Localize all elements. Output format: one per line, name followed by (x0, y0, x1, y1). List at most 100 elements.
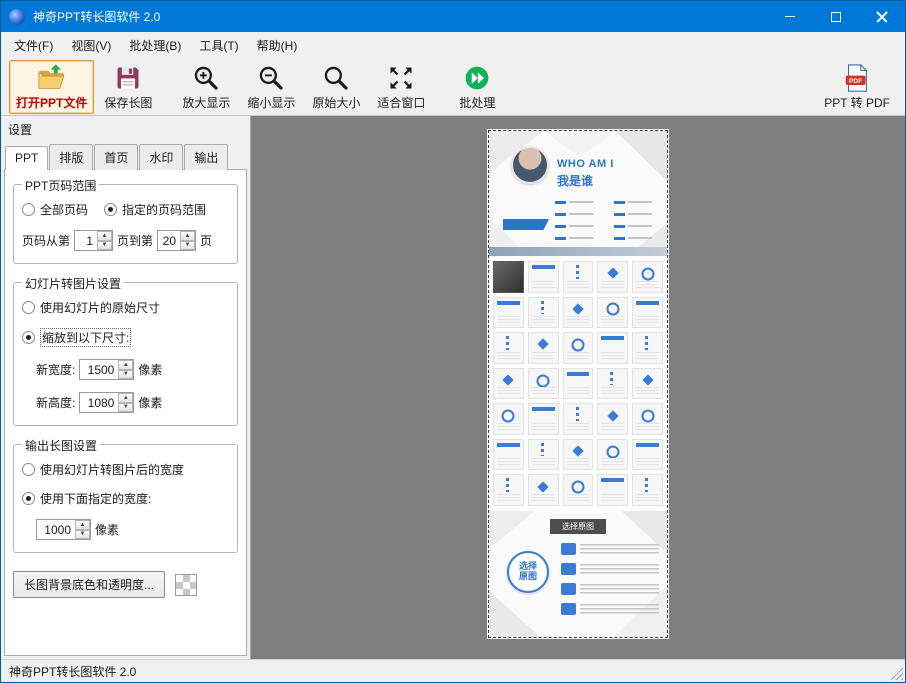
radio-use-converted-width[interactable]: 使用幻灯片转图片后的宽度 (22, 461, 184, 478)
hero-bottom-strip (489, 247, 667, 256)
radio-specified-range-label: 指定的页码范围 (122, 201, 206, 218)
menu-file[interactable]: 文件(F) (5, 33, 62, 58)
spin-up-icon[interactable]: ▲ (118, 393, 133, 403)
preview-bottom-section: 选择原图 选择原图 (489, 511, 667, 637)
page-from-label: 页码从第 (22, 232, 70, 249)
new-height-spinner[interactable]: 1080 ▲ ▼ (79, 392, 134, 413)
save-long-image-button[interactable]: 保存长图 (97, 60, 159, 114)
slide-thumbnail (528, 403, 559, 435)
item-text-lines (580, 604, 659, 616)
slide-thumbnail (597, 403, 628, 435)
group-output-image-title: 输出长图设置 (22, 437, 100, 454)
radio-use-specified-width-label: 使用下面指定的宽度: (40, 490, 151, 507)
radio-scale-to-size[interactable]: 缩放到以下尺寸: (22, 328, 131, 347)
spin-down-icon[interactable]: ▼ (180, 241, 195, 251)
spin-up-icon[interactable]: ▲ (118, 360, 133, 370)
preview-canvas[interactable]: WHO AM I 我是谁 选择原图 选择原 (251, 116, 905, 659)
pdf-file-icon: PDF (842, 63, 872, 93)
spin-down-icon[interactable]: ▼ (118, 403, 133, 413)
group-slide-image: 幻灯片转图片设置 使用幻灯片的原始尺寸 缩放到以下尺寸: (13, 282, 238, 426)
tab-watermark[interactable]: 水印 (139, 144, 183, 170)
menu-help[interactable]: 帮助(H) (248, 33, 307, 58)
page-from-spinner[interactable]: 1 ▲ ▼ (74, 230, 113, 251)
hero-title: WHO AM I (557, 158, 614, 170)
slide-thumbnail (563, 261, 594, 293)
statusbar: 神奇PPT转长图软件 2.0 (1, 659, 905, 682)
zoom-in-button[interactable]: 放大显示 (175, 60, 237, 114)
page-from-value[interactable]: 1 (75, 231, 97, 250)
zoom-out-button[interactable]: 缩小显示 (240, 60, 302, 114)
maximize-button[interactable] (813, 1, 859, 32)
background-color-button[interactable]: 长图背景底色和透明度... (13, 571, 165, 598)
hero-info-item (614, 199, 665, 207)
radio-specified-range-circle (104, 203, 117, 216)
page-to-label: 页到第 (117, 232, 153, 249)
new-height-value[interactable]: 1080 (80, 393, 118, 412)
spin-down-icon[interactable]: ▼ (75, 530, 90, 540)
tab-output[interactable]: 输出 (184, 144, 228, 170)
app-window: 神奇PPT转长图软件 2.0 文件(F) 视图(V) 批处理(B) 工具(T) … (0, 0, 906, 683)
toolbar-separator (435, 68, 445, 106)
spin-down-icon[interactable]: ▼ (118, 370, 133, 380)
slide-thumbnail (563, 474, 594, 506)
slide-thumbnail (493, 403, 524, 435)
radio-specified-range[interactable]: 指定的页码范围 (104, 201, 206, 218)
output-width-spin-buttons: ▲ ▼ (75, 520, 90, 539)
slide-thumbnail (563, 368, 594, 400)
zoom-in-icon (191, 63, 221, 93)
radio-original-slide-size[interactable]: 使用幻灯片的原始尺寸 (22, 299, 160, 316)
open-ppt-button[interactable]: 打开PPT文件 (9, 60, 94, 114)
slide-thumbnail (597, 368, 628, 400)
hero-subtitle: 我是谁 (557, 172, 593, 189)
new-width-spinner[interactable]: 1500 ▲ ▼ (79, 359, 134, 380)
page-suffix-label: 页 (200, 232, 212, 249)
slide-thumbnail (632, 439, 663, 471)
spin-up-icon[interactable]: ▲ (97, 231, 112, 241)
radio-original-slide-size-label: 使用幻灯片的原始尺寸 (40, 299, 160, 316)
group-page-range: PPT页码范围 全部页码 指定的页码范围 页码从第 (13, 184, 238, 264)
spin-up-icon[interactable]: ▲ (75, 520, 90, 530)
page-to-spinner[interactable]: 20 ▲ ▼ (157, 230, 196, 251)
new-width-value[interactable]: 1500 (80, 360, 118, 379)
bottom-list-item (561, 603, 659, 616)
preview-hero-section: WHO AM I 我是谁 (489, 131, 667, 256)
new-width-px-label: 像素 (138, 361, 162, 378)
slide-thumbnail (528, 439, 559, 471)
fit-window-button[interactable]: 适合窗口 (370, 60, 432, 114)
window-controls (767, 1, 905, 32)
original-size-button[interactable]: 原始大小 (305, 60, 367, 114)
ppt-to-pdf-button[interactable]: PDF PPT 转 PDF (817, 60, 897, 114)
page-to-value[interactable]: 20 (158, 231, 180, 250)
fit-window-label: 适合窗口 (377, 94, 425, 111)
menu-batch[interactable]: 批处理(B) (120, 33, 190, 58)
item-chip (561, 603, 576, 615)
menu-tools[interactable]: 工具(T) (190, 33, 247, 58)
item-chip (561, 583, 576, 595)
bottom-list-item (561, 583, 659, 596)
menubar: 文件(F) 视图(V) 批处理(B) 工具(T) 帮助(H) (1, 32, 905, 58)
spin-up-icon[interactable]: ▲ (180, 231, 195, 241)
bottom-list-item (561, 563, 659, 576)
tab-layout[interactable]: 排版 (49, 144, 93, 170)
output-width-spinner[interactable]: 1000 ▲ ▼ (36, 519, 91, 540)
output-width-value[interactable]: 1000 (37, 520, 75, 539)
batch-process-button[interactable]: 批处理 (448, 60, 506, 114)
new-height-px-label: 像素 (138, 394, 162, 411)
radio-use-specified-width[interactable]: 使用下面指定的宽度: (22, 490, 151, 507)
maximize-icon (831, 12, 841, 22)
resize-grip[interactable] (890, 667, 903, 680)
spin-down-icon[interactable]: ▼ (97, 241, 112, 251)
radio-all-pages[interactable]: 全部页码 (22, 201, 88, 218)
long-image-preview[interactable]: WHO AM I 我是谁 选择原图 选择原 (488, 130, 668, 638)
menu-view[interactable]: 视图(V) (62, 33, 120, 58)
slide-thumbnail (493, 332, 524, 364)
minimize-button[interactable] (767, 1, 813, 32)
slide-thumbnail (632, 332, 663, 364)
close-button[interactable] (859, 1, 905, 32)
tab-ppt[interactable]: PPT (5, 146, 48, 170)
select-original-circle: 选择原图 (507, 551, 549, 593)
svg-text:PDF: PDF (849, 77, 862, 84)
page-to-spin-buttons: ▲ ▼ (180, 231, 195, 250)
tab-homepage[interactable]: 首页 (94, 144, 138, 170)
slide-thumbnail (632, 261, 663, 293)
